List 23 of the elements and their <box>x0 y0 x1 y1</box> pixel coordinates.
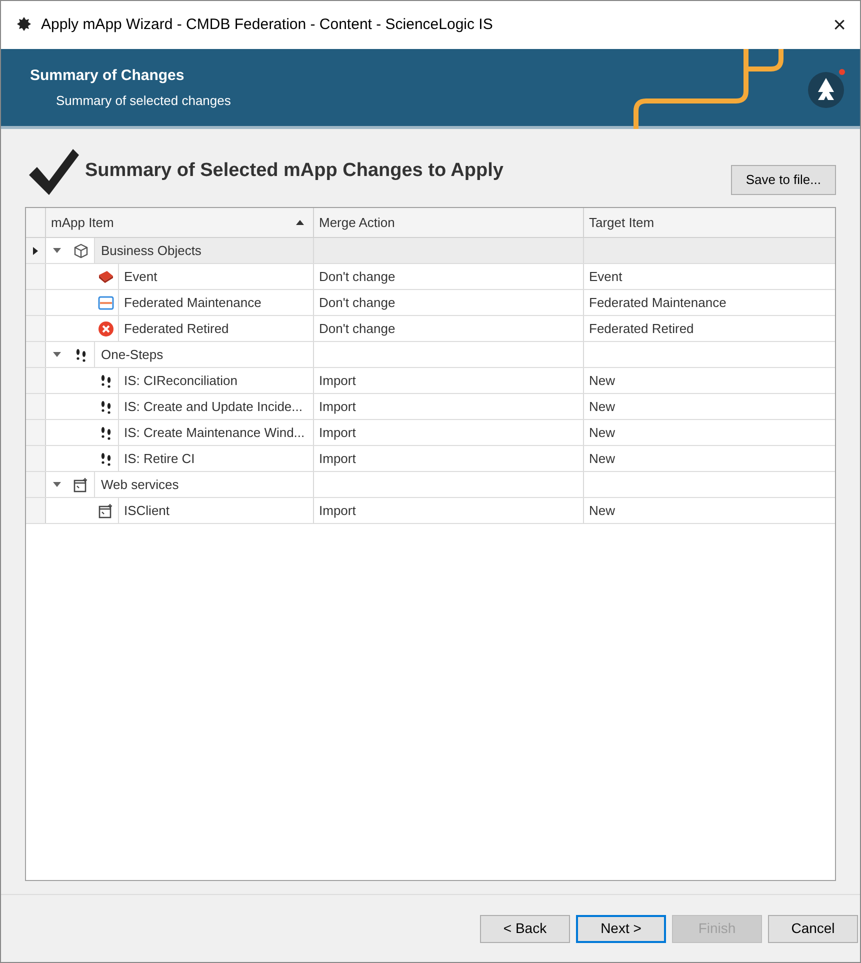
wizard-button[interactable]: < Back <box>480 914 570 942</box>
group-label[interactable]: Business Objects <box>94 238 313 263</box>
column-header[interactable]: Merge Action <box>314 208 584 237</box>
collapse-icon <box>53 352 61 357</box>
collapse-icon <box>53 482 61 487</box>
window-icon <box>98 502 114 518</box>
error-icon <box>98 320 114 336</box>
wizard-button[interactable]: Next > <box>576 914 666 942</box>
window-icon <box>73 476 89 492</box>
window-title: Apply mApp Wizard - CMDB Federation - Content - ScienceLogic IS <box>41 14 493 35</box>
current-row-icon <box>33 246 38 254</box>
save-to-file-button[interactable]: Save to file... <box>730 165 836 195</box>
header-subtitle: Summary of selected changes <box>56 92 232 110</box>
close-button[interactable]: × <box>833 14 846 36</box>
wizard-button[interactable]: Cancel <box>768 914 858 942</box>
header-title: Summary of Changes <box>30 66 186 86</box>
book-icon <box>98 268 114 284</box>
cube-icon <box>73 242 89 258</box>
calendar-icon <box>98 294 114 310</box>
column-header[interactable]: mApp Item <box>46 208 314 237</box>
column-header[interactable]: Target Item <box>584 208 835 237</box>
collapse-icon <box>53 248 61 253</box>
page-heading: Summary of Selected mApp Changes to Apply <box>85 159 504 183</box>
